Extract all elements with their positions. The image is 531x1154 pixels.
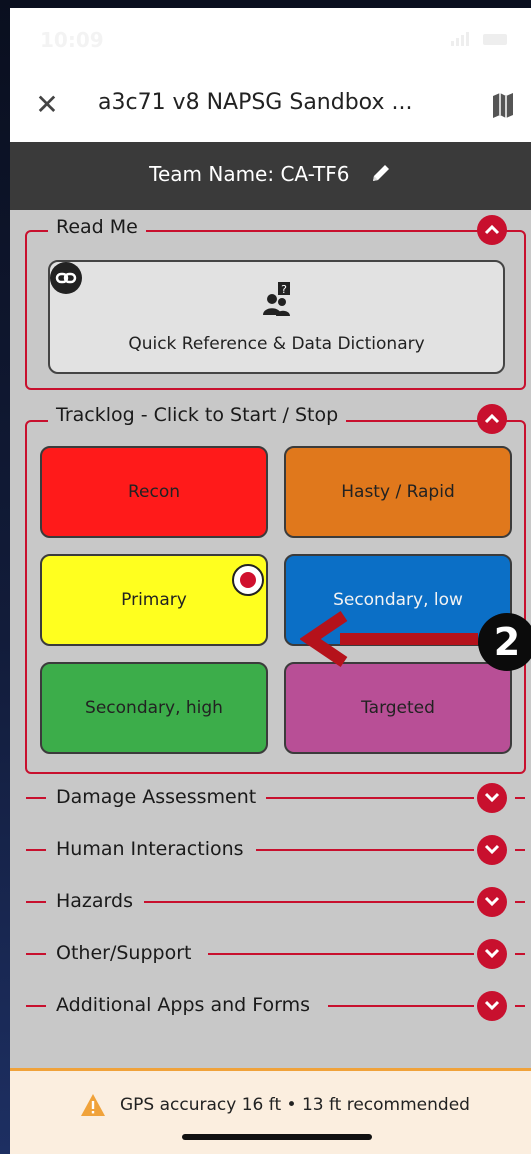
team-name-label: Team Name: CA-TF6 — [149, 162, 350, 186]
signal-icon — [451, 32, 507, 46]
pencil-icon[interactable] — [370, 162, 392, 184]
warning-icon — [81, 1094, 105, 1116]
svg-text:?: ? — [281, 283, 287, 296]
people-question-icon: ? — [263, 282, 290, 316]
divider — [26, 953, 46, 955]
read-me-title: Read Me — [48, 216, 146, 238]
status-time: 10:09 — [40, 28, 104, 52]
primary-label: Primary — [121, 590, 187, 610]
gps-accuracy-text: GPS accuracy 16 ft • 13 ft recommended — [120, 1095, 470, 1115]
section-title: Other/Support — [48, 942, 200, 964]
divider — [26, 1005, 46, 1007]
divider — [515, 901, 525, 903]
section-hazards[interactable]: Hazards — [10, 882, 531, 922]
section-damage-assessment[interactable]: Damage Assessment — [10, 778, 531, 818]
secondary-high-label: Secondary, high — [85, 698, 223, 718]
gps-status-bar: GPS accuracy 16 ft • 13 ft recommended — [10, 1068, 531, 1154]
status-bar: 10:09 — [10, 8, 531, 70]
app-screen: 10:09 ✕ a3c71 v8 NAPSG Sandbox ... Team … — [10, 8, 531, 1154]
page-title: a3c71 v8 NAPSG Sandbox ... — [98, 90, 413, 115]
annotation-arrow — [300, 611, 478, 667]
team-name: Team Name: CA-TF6 — [10, 162, 531, 186]
tracklog-recon-button[interactable]: Recon — [40, 446, 268, 538]
section-additional-apps[interactable]: Additional Apps and Forms — [10, 986, 531, 1026]
screen-frame: 10:09 ✕ a3c71 v8 NAPSG Sandbox ... Team … — [0, 0, 531, 1154]
divider — [256, 849, 474, 851]
divider — [515, 849, 525, 851]
tracklog-secondary-high-button[interactable]: Secondary, high — [40, 662, 268, 754]
divider — [515, 1005, 525, 1007]
hasty-label: Hasty / Rapid — [341, 482, 455, 502]
recon-label: Recon — [127, 482, 181, 502]
team-bar[interactable]: Team Name: CA-TF6 — [10, 142, 531, 210]
quick-reference-card[interactable]: ? Quick Reference & Data Dictionary — [48, 260, 505, 374]
divider — [26, 901, 46, 903]
chevron-up-icon[interactable] — [477, 215, 507, 245]
chevron-down-icon[interactable] — [477, 783, 507, 813]
quick-reference-label: Quick Reference & Data Dictionary — [128, 334, 425, 354]
divider — [515, 797, 525, 799]
home-indicator[interactable] — [182, 1134, 372, 1140]
section-title: Additional Apps and Forms — [48, 994, 319, 1016]
section-title: Damage Assessment — [48, 786, 265, 808]
divider — [515, 953, 525, 955]
chevron-up-icon[interactable] — [477, 404, 507, 434]
section-human-interactions[interactable]: Human Interactions — [10, 830, 531, 870]
tracklog-title: Tracklog - Click to Start / Stop — [48, 404, 347, 426]
divider — [266, 797, 474, 799]
divider — [208, 953, 474, 955]
targeted-label: Targeted — [361, 698, 435, 718]
divider — [26, 797, 46, 799]
divider — [26, 849, 46, 851]
section-other-support[interactable]: Other/Support — [10, 934, 531, 974]
close-icon[interactable]: ✕ — [32, 90, 62, 120]
chevron-down-icon[interactable] — [477, 939, 507, 969]
chevron-down-icon[interactable] — [477, 887, 507, 917]
title-bar: ✕ a3c71 v8 NAPSG Sandbox ... — [10, 70, 531, 142]
chevron-down-icon[interactable] — [477, 991, 507, 1021]
divider — [328, 1005, 474, 1007]
link-icon — [50, 262, 82, 294]
chevron-down-icon[interactable] — [477, 835, 507, 865]
annotation-number-badge: 2 — [478, 613, 531, 671]
section-title: Hazards — [48, 890, 141, 912]
tracklog-hasty-button[interactable]: Hasty / Rapid — [284, 446, 512, 538]
tracklog-primary-button[interactable]: Primary — [40, 554, 268, 646]
section-title: Human Interactions — [48, 838, 252, 860]
map-icon[interactable] — [489, 90, 517, 120]
tracklog-divider — [352, 420, 472, 422]
read-me-divider — [148, 230, 472, 232]
divider — [144, 901, 474, 903]
